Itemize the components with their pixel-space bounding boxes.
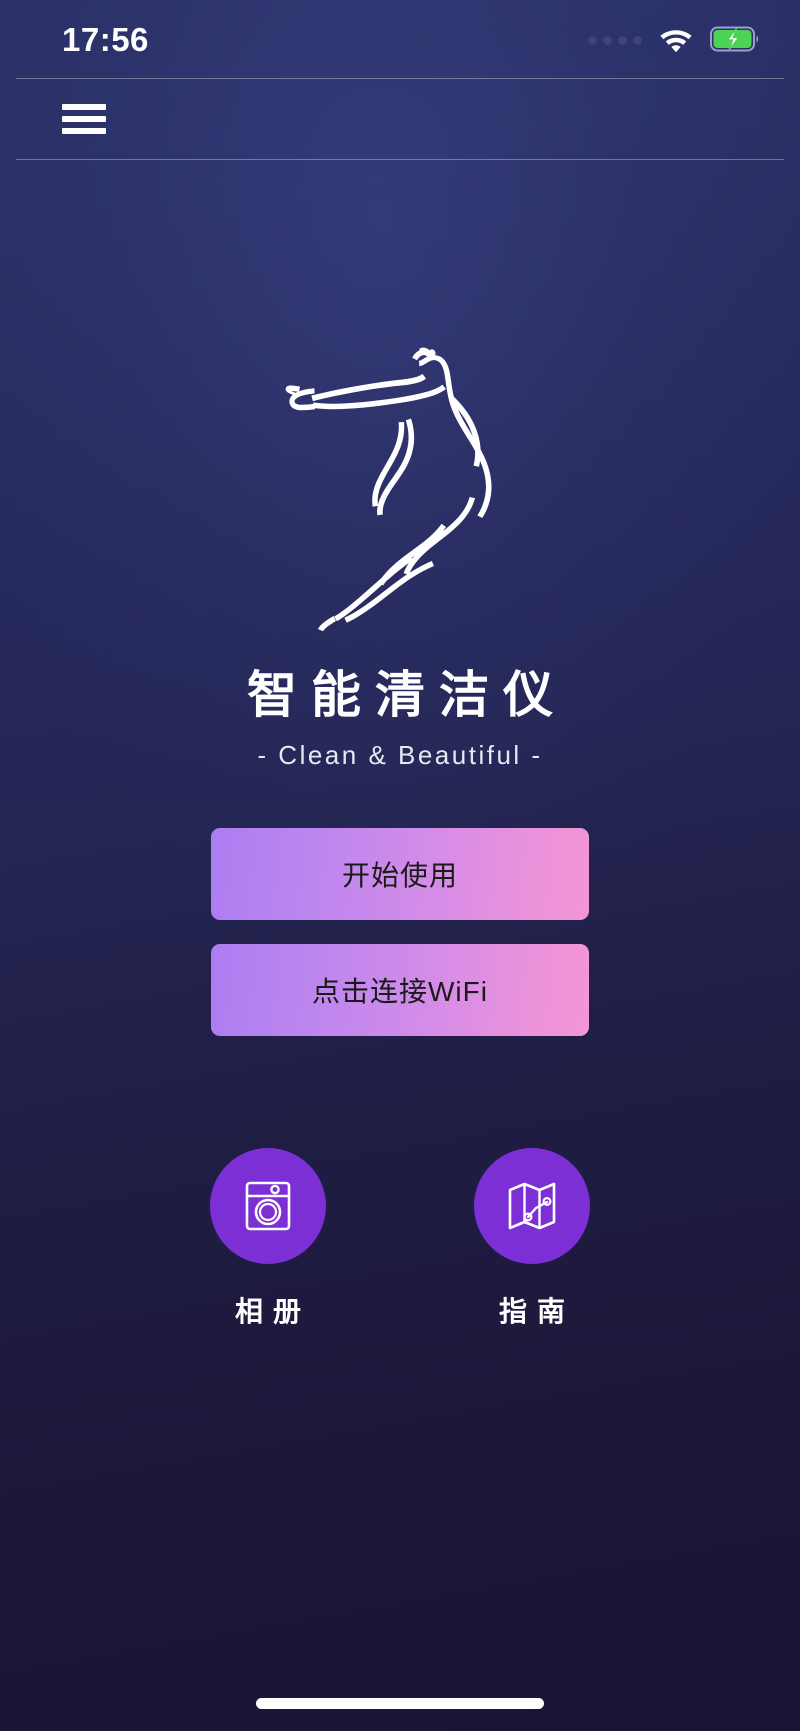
shortcut-row: 相册 指南 <box>210 1148 590 1326</box>
battery-charging-icon <box>710 26 759 52</box>
nav-bar <box>0 79 800 159</box>
dancer-silhouette-logo <box>250 332 550 632</box>
shortcut-guide-circle[interactable] <box>474 1148 590 1264</box>
connect-wifi-button[interactable]: 点击连接WiFi <box>211 944 589 1036</box>
hamburger-menu-icon[interactable] <box>62 104 106 134</box>
shortcut-album-label: 相册 <box>234 1296 311 1327</box>
washing-machine-icon <box>245 1181 291 1231</box>
status-bar: 17:56 <box>0 0 800 78</box>
page-subtitle: - Clean & Beautiful - <box>257 740 543 770</box>
shortcut-album-circle[interactable] <box>210 1148 326 1264</box>
shortcut-guide-label: 指南 <box>498 1296 575 1327</box>
page-title: 智能清洁仪 <box>247 667 567 723</box>
status-bar-indicators <box>588 26 760 52</box>
start-using-button[interactable]: 开始使用 <box>211 828 589 920</box>
main-content: 智能清洁仪 - Clean & Beautiful - 开始使用 点击连接WiF… <box>0 160 800 1326</box>
signal-dots-icon <box>588 35 642 45</box>
folded-map-icon <box>508 1182 556 1230</box>
status-bar-time: 17:56 <box>62 20 149 58</box>
app-screen: 17:56 智能清洁仪 - Clean & Beautiful - 开始使用 点… <box>0 0 800 1731</box>
shortcut-album[interactable]: 相册 <box>210 1148 326 1326</box>
dancer-logo-svg <box>285 347 492 632</box>
shortcut-guide[interactable]: 指南 <box>474 1148 590 1326</box>
cta-button-group: 开始使用 点击连接WiFi <box>211 828 589 1036</box>
home-indicator-bar[interactable] <box>256 1698 544 1709</box>
wifi-icon <box>660 29 692 52</box>
